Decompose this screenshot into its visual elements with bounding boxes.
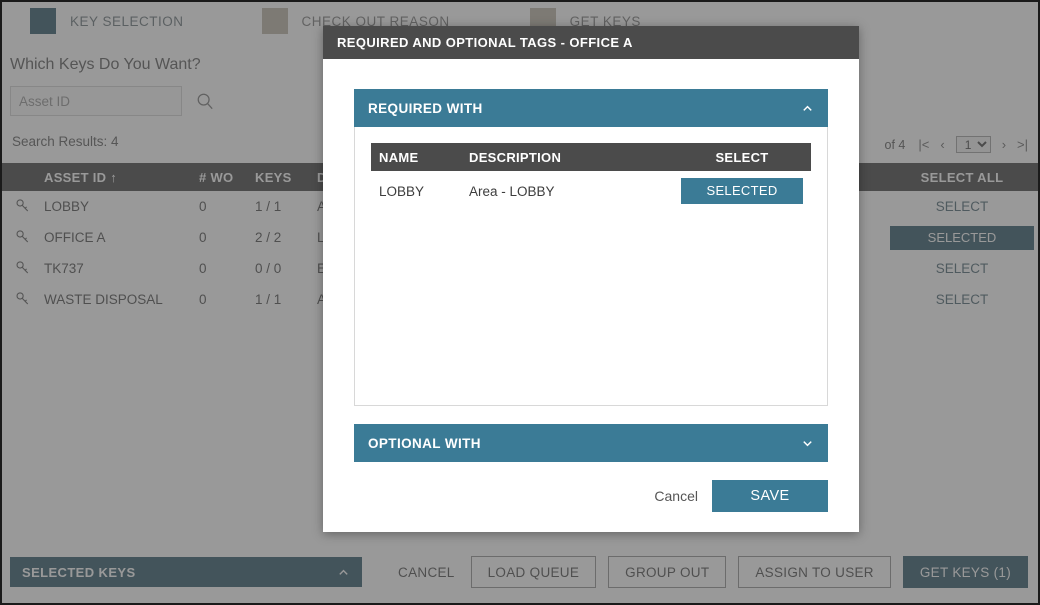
optional-with-label: OPTIONAL WITH: [368, 436, 481, 451]
modal-title: REQUIRED AND OPTIONAL TAGS - OFFICE A: [337, 35, 633, 50]
column-select: SELECT: [681, 150, 803, 165]
chevron-down-icon[interactable]: [801, 437, 814, 450]
cell-description: Area - LOBBY: [469, 184, 681, 199]
modal-cancel-button[interactable]: Cancel: [654, 488, 698, 504]
required-optional-tags-modal: REQUIRED AND OPTIONAL TAGS - OFFICE A RE…: [323, 26, 859, 532]
required-with-accordion-header[interactable]: REQUIRED WITH: [354, 89, 828, 127]
modal-title-bar: REQUIRED AND OPTIONAL TAGS - OFFICE A: [323, 26, 859, 59]
table-row[interactable]: LOBBY Area - LOBBY SELECTED: [371, 175, 811, 207]
application-window: KEY SELECTION CHECK OUT REASON GET KEYS …: [0, 0, 1040, 605]
required-with-label: REQUIRED WITH: [368, 101, 483, 116]
modal-footer: Cancel SAVE: [323, 462, 859, 532]
column-name: NAME: [379, 150, 469, 165]
selected-button[interactable]: SELECTED: [681, 178, 803, 204]
cell-name: LOBBY: [379, 184, 469, 199]
row-select-cell[interactable]: SELECTED: [681, 178, 803, 204]
modal-body: REQUIRED WITH NAME DESCRIPTION SELECT LO…: [323, 59, 859, 462]
optional-with-accordion-header[interactable]: OPTIONAL WITH: [354, 424, 828, 462]
chevron-up-icon[interactable]: [801, 102, 814, 115]
tags-table-header: NAME DESCRIPTION SELECT: [371, 143, 811, 171]
column-description: DESCRIPTION: [469, 150, 681, 165]
modal-save-button[interactable]: SAVE: [712, 480, 828, 512]
required-with-panel: NAME DESCRIPTION SELECT LOBBY Area - LOB…: [354, 127, 828, 406]
